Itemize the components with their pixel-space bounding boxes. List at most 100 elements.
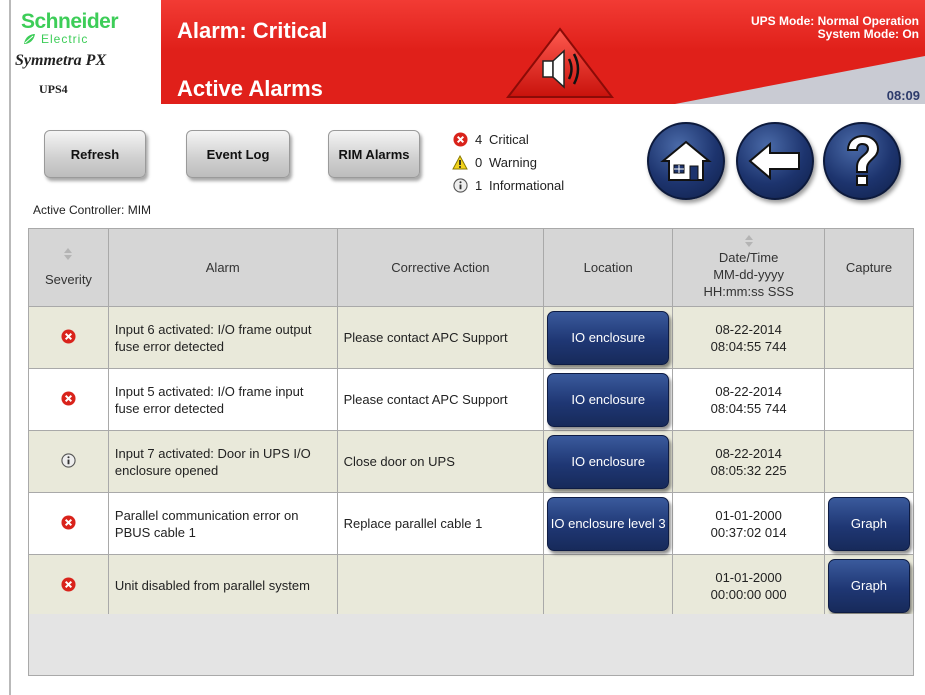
time-text: 08:04:55 744 <box>710 400 787 416</box>
capture-cell <box>823 306 915 369</box>
datetime-cell: 08-22-2014 08:05:32 225 <box>672 430 825 493</box>
location-button[interactable]: IO enclosure <box>547 372 670 427</box>
critical-icon <box>61 514 76 533</box>
alarm-state: Alarm: Critical <box>177 18 328 43</box>
time-text: 08:04:55 744 <box>710 338 787 354</box>
critical-label: Critical <box>489 132 529 147</box>
location-cell: IO enclosure level 3 <box>543 492 674 555</box>
sort-icon <box>744 235 753 247</box>
clock: 08:09 <box>886 88 920 103</box>
graph-button[interactable]: Graph <box>827 496 910 551</box>
alarm-table: Severity Alarm Corrective Action Locatio… <box>28 228 915 617</box>
location-cell: IO enclosure <box>543 430 674 493</box>
datetime-header[interactable]: Date/Time MM-dd-yyyy HH:mm:ss SSS <box>672 228 825 307</box>
time-text: 00:37:02 014 <box>710 524 787 540</box>
system-mode: System Mode: On <box>817 27 919 41</box>
page-title: Active Alarms <box>177 76 323 101</box>
table-row: Input 5 activated: I/O frame input fuse … <box>28 368 915 431</box>
action-header: Corrective Action <box>336 228 545 307</box>
product-name: Symmetra PX <box>15 52 107 69</box>
refresh-button[interactable]: Refresh <box>44 130 146 178</box>
leaf-icon <box>24 34 35 44</box>
date-text: 08-22-2014 <box>715 383 782 399</box>
info-icon <box>452 178 468 194</box>
severity-cell <box>28 430 109 493</box>
alarm-cell: Parallel communication error on PBUS cab… <box>107 492 338 555</box>
info-count: 1 <box>475 178 483 193</box>
alarm-speaker-icon[interactable] <box>506 27 614 99</box>
alarm-cell: Input 5 activated: I/O frame input fuse … <box>107 368 338 431</box>
mode-status: UPS Mode: Normal Operation System Mode: … <box>751 15 919 41</box>
datetime-cell: 08-22-2014 08:04:55 744 <box>672 306 825 369</box>
table-row: Input 6 activated: I/O frame output fuse… <box>28 306 915 369</box>
location-header: Location <box>543 228 674 307</box>
location-cell: IO enclosure <box>543 368 674 431</box>
left-border <box>9 0 11 695</box>
event-log-button[interactable]: Event Log <box>186 130 290 178</box>
alarm-banner: Alarm: Critical Active Alarms UPS Mode: … <box>161 0 925 104</box>
help-button[interactable] <box>823 122 901 200</box>
warning-count-row: 0 Warning <box>452 151 564 174</box>
home-icon <box>660 140 712 181</box>
action-cell <box>336 554 545 617</box>
alarm-cell: Input 6 activated: I/O frame output fuse… <box>107 306 338 369</box>
back-button[interactable] <box>736 122 814 200</box>
datetime-cell: 08-22-2014 08:04:55 744 <box>672 368 825 431</box>
company-sub: Electric <box>41 32 89 46</box>
date-text: 01-01-2000 <box>715 507 782 523</box>
alarm-header: Alarm <box>107 228 338 307</box>
severity-header[interactable]: Severity <box>28 228 109 307</box>
ups-alarm-screen: Schneider Electric Symmetra PX UPS4 Alar… <box>0 0 925 695</box>
capture-cell: Graph <box>823 554 915 617</box>
capture-cell: Graph <box>823 492 915 555</box>
header: Schneider Electric Symmetra PX UPS4 Alar… <box>11 0 925 104</box>
datetime-cell: 01-01-2000 00:37:02 014 <box>672 492 825 555</box>
date-text: 08-22-2014 <box>715 445 782 461</box>
active-controller: Active Controller: MIM <box>33 203 152 217</box>
table-header-row: Severity Alarm Corrective Action Locatio… <box>28 228 915 307</box>
severity-cell <box>28 306 109 369</box>
rim-alarms-button[interactable]: RIM Alarms <box>328 130 420 178</box>
banner-wedge <box>675 56 925 104</box>
sort-icon <box>64 248 73 260</box>
graph-button[interactable]: Graph <box>827 558 910 613</box>
action-cell: Please contact APC Support <box>336 368 545 431</box>
location-button[interactable]: IO enclosure <box>547 310 670 365</box>
unit-name: UPS4 <box>39 82 68 96</box>
severity-cell <box>28 492 109 555</box>
datetime-cell: 01-01-2000 00:00:00 000 <box>672 554 825 617</box>
location-cell <box>543 554 674 617</box>
back-arrow-icon <box>748 141 800 181</box>
table-row: Input 7 activated: Door in UPS I/O enclo… <box>28 430 915 493</box>
warning-icon <box>452 155 468 171</box>
company-logo: Schneider <box>21 10 119 33</box>
info-label: Informational <box>489 178 565 193</box>
location-cell: IO enclosure <box>543 306 674 369</box>
critical-count-row: 4 Critical <box>452 128 564 151</box>
date-text: 08-22-2014 <box>715 321 782 337</box>
time-text: 00:00:00 000 <box>710 586 787 602</box>
brand-panel: Schneider Electric Symmetra PX UPS4 <box>11 0 161 104</box>
critical-icon <box>61 328 76 347</box>
location-button[interactable]: IO enclosure <box>547 434 670 489</box>
critical-icon <box>61 390 76 409</box>
date-text: 01-01-2000 <box>715 569 782 585</box>
table-empty-area <box>28 614 914 676</box>
alarm-cell: Unit disabled from parallel system <box>107 554 338 617</box>
time-text: 08:05:32 225 <box>710 462 787 478</box>
severity-cell <box>28 368 109 431</box>
location-button[interactable]: IO enclosure level 3 <box>547 496 670 551</box>
alarm-cell: Input 7 activated: Door in UPS I/O enclo… <box>107 430 338 493</box>
critical-count: 4 <box>475 132 483 147</box>
info-count-row: 1 Informational <box>452 174 564 197</box>
table-row: Unit disabled from parallel system 01-01-… <box>28 554 915 617</box>
warning-count: 0 <box>475 155 483 170</box>
home-button[interactable] <box>647 122 725 200</box>
warning-label: Warning <box>489 155 537 170</box>
action-cell: Close door on UPS <box>336 430 545 493</box>
capture-header: Capture <box>823 228 915 307</box>
capture-cell <box>823 368 915 431</box>
help-icon <box>846 134 880 186</box>
action-cell: Please contact APC Support <box>336 306 545 369</box>
table-row: Parallel communication error on PBUS cab… <box>28 492 915 555</box>
